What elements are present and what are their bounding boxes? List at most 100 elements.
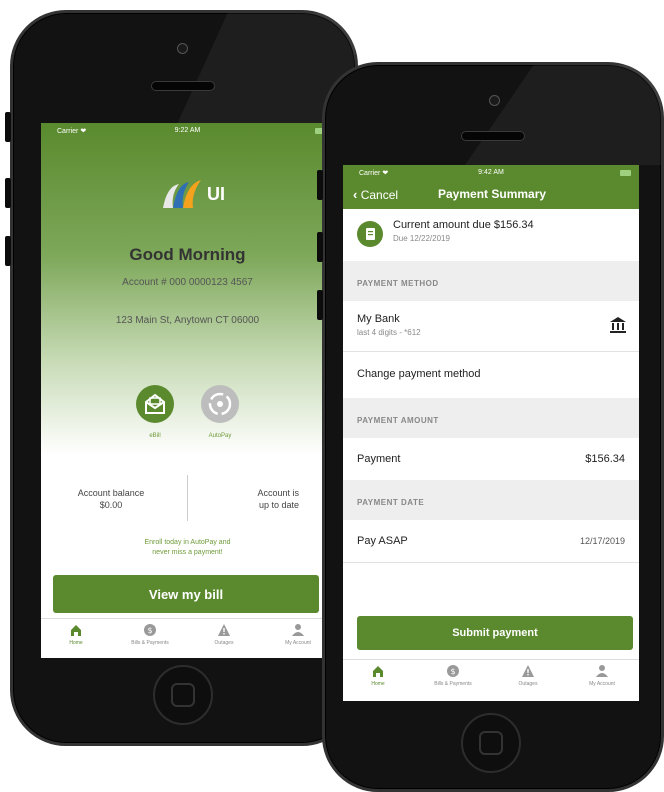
phone-right: Carrier ❤ 9:42 AM ‹ Cancel Payment Summa… — [322, 62, 664, 792]
payment-summary-screen: Carrier ❤ 9:42 AM ‹ Cancel Payment Summa… — [343, 165, 639, 701]
chevron-left-icon: ‹ — [353, 187, 358, 202]
bank-digits: last 4 digits - *612 — [357, 328, 421, 337]
dollar-icon: $ — [144, 624, 156, 636]
status-value: up to date — [258, 500, 299, 510]
person-icon — [596, 665, 608, 677]
bank-icon — [610, 317, 626, 333]
tab-account[interactable]: My Account — [567, 664, 637, 687]
nav-bar: Carrier ❤ 9:42 AM ‹ Cancel Payment Summa… — [343, 165, 639, 209]
tab-account-label: My Account — [589, 681, 615, 687]
view-bill-button[interactable]: View my bill — [53, 575, 319, 613]
payment-amount-row[interactable]: Payment $156.34 — [343, 438, 639, 480]
change-method-row[interactable]: Change payment method — [343, 352, 639, 398]
row-divider — [343, 562, 639, 563]
greeting-heading: Good Morning — [129, 245, 246, 264]
battery-icon — [620, 170, 631, 176]
tab-home-label: Home — [371, 681, 385, 687]
payment-amount-header-label: PAYMENT AMOUNT — [357, 416, 439, 425]
ebill-label: eBill — [149, 433, 161, 439]
volume-down-button — [317, 290, 323, 320]
front-camera — [489, 95, 500, 106]
home-screen: Carrier ❤ 9:22 AM UI Good Morning Accoun… — [41, 123, 334, 658]
tab-account-label: My Account — [285, 640, 311, 646]
amount-due-row: Current amount due $156.34 Due 12/22/201… — [343, 209, 639, 261]
clock: 9:42 AM — [478, 169, 504, 176]
payment-amount-value: $156.34 — [585, 453, 625, 465]
autopay-button[interactable] — [201, 385, 239, 423]
tab-bar: Home $ Bills & Payments Outages My Accou… — [41, 618, 334, 658]
warning-icon — [522, 665, 534, 677]
volume-up-button — [317, 232, 323, 262]
clock: 9:22 AM — [174, 127, 201, 134]
account-balance: Account balance $0.00 — [71, 487, 151, 511]
payment-date-row[interactable]: Pay ASAP 12/17/2019 — [343, 520, 639, 562]
payment-label: Payment — [357, 453, 401, 465]
cancel-button[interactable]: ‹ Cancel — [353, 187, 398, 202]
payment-date-header: PAYMENT DATE — [343, 480, 639, 520]
tab-home-label: Home — [69, 640, 83, 646]
warning-icon — [218, 624, 230, 636]
account-status: Account is up to date — [219, 487, 299, 511]
balance-caption: Account balance — [77, 488, 145, 498]
account-number: Account # 000 0000123 4567 — [122, 277, 253, 288]
envelope-icon — [145, 393, 165, 414]
phone-left: Carrier ❤ 9:22 AM UI Good Morning Accoun… — [10, 10, 358, 746]
tab-outages[interactable]: Outages — [189, 623, 259, 646]
screen-glare — [465, 65, 661, 165]
page-title: Payment Summary — [438, 187, 547, 201]
current-amount-due: Current amount due $156.34 — [393, 219, 534, 231]
pay-asap-label: Pay ASAP — [357, 535, 408, 547]
payment-date-header-label: PAYMENT DATE — [357, 498, 425, 507]
bill-doc-icon — [357, 221, 383, 247]
pay-date-value: 12/17/2019 — [579, 536, 625, 546]
volume-down-button — [5, 236, 11, 266]
tab-bills-label: Bills & Payments — [434, 681, 472, 687]
due-date: Due 12/22/2019 — [393, 234, 450, 243]
tab-bills-label: Bills & Payments — [131, 640, 169, 646]
tab-home[interactable]: Home — [41, 623, 111, 646]
status-caption: Account is — [257, 488, 299, 498]
balance-divider — [187, 475, 188, 521]
service-address: 123 Main St, Anytown CT 06000 — [115, 315, 260, 326]
person-icon — [292, 624, 304, 636]
bank-account-row[interactable]: My Bank last 4 digits - *612 — [343, 301, 639, 351]
logo-mark-icon — [163, 180, 201, 208]
volume-up-button — [5, 178, 11, 208]
mute-switch — [317, 170, 323, 200]
svg-text:$: $ — [147, 626, 152, 635]
home-icon — [373, 666, 383, 677]
autopay-label: AutoPay — [208, 433, 232, 439]
status-bar: Carrier ❤ 9:22 AM — [41, 123, 334, 139]
submit-payment-button[interactable]: Submit payment — [357, 616, 633, 650]
front-camera — [177, 43, 188, 54]
logo-text: UI — [207, 184, 225, 204]
speaker-grill — [461, 131, 525, 141]
tab-home[interactable]: Home — [343, 664, 413, 687]
home-hardware-button[interactable] — [153, 665, 213, 725]
svg-text:$: $ — [450, 667, 455, 676]
speaker-grill — [151, 81, 215, 91]
payment-amount-header: PAYMENT AMOUNT — [343, 398, 639, 438]
tab-bills[interactable]: $ Bills & Payments — [418, 664, 488, 687]
payment-method-header-label: PAYMENT METHOD — [357, 279, 439, 288]
dollar-icon: $ — [447, 665, 459, 677]
home-hardware-button[interactable] — [461, 713, 521, 773]
tab-outages[interactable]: Outages — [493, 664, 563, 687]
company-logo: UI — [157, 178, 227, 212]
home-icon — [71, 625, 81, 636]
bank-name: My Bank — [357, 313, 400, 325]
tab-outages-label: Outages — [214, 640, 234, 646]
promo-line-2: never miss a payment! — [152, 549, 223, 556]
ebill-button[interactable] — [136, 385, 174, 423]
tab-bills[interactable]: $ Bills & Payments — [115, 623, 185, 646]
cancel-label: Cancel — [360, 188, 399, 202]
payment-method-header: PAYMENT METHOD — [343, 261, 639, 301]
balance-amount: $0.00 — [99, 500, 123, 510]
autopay-cycle-icon — [208, 392, 232, 416]
mute-switch — [5, 112, 11, 142]
autopay-promo-link[interactable]: Enroll today in AutoPay and never miss a… — [41, 538, 334, 558]
tab-bar: Home $ Bills & Payments Outages My Accou… — [343, 659, 639, 700]
tab-outages-label: Outages — [518, 681, 538, 687]
promo-line-1: Enroll today in AutoPay and — [144, 539, 231, 546]
change-payment-method-link[interactable]: Change payment method — [357, 368, 481, 380]
